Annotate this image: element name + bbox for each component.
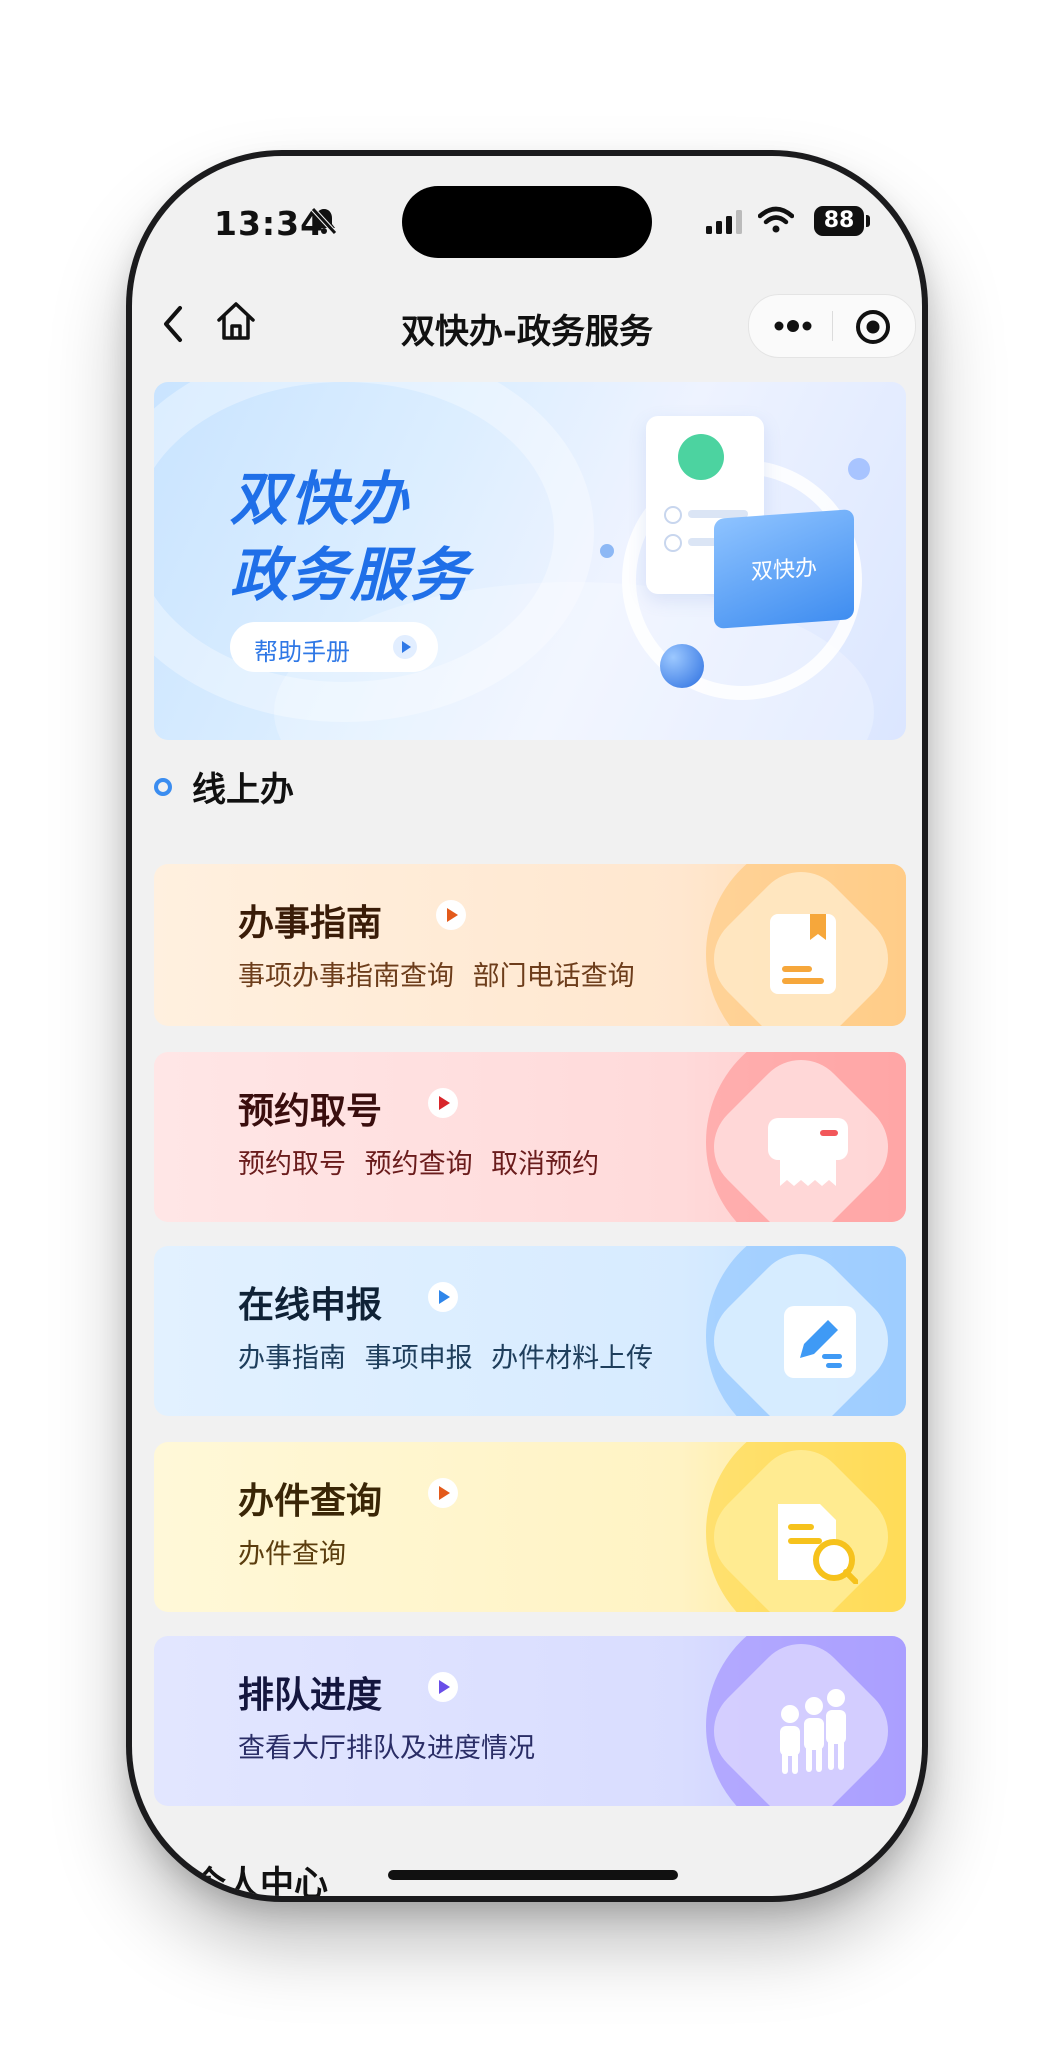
phone-frame: 13:34 88 双快办-政务服务 双快办 政务服务 帮助手册 双快办 线上办 … — [126, 150, 928, 1902]
play-icon — [436, 900, 466, 930]
service-card-appointment[interactable]: 预约取号 预约取号 预约查询 取消预约 — [154, 1052, 906, 1222]
decor-bullet — [664, 534, 682, 552]
queue-people-icon — [770, 1686, 862, 1780]
service-title: 预约取号 — [238, 1091, 383, 1132]
banner-title-line2: 政务服务 — [230, 541, 471, 609]
hero-banner[interactable]: 双快办 政务服务 帮助手册 双快办 — [154, 382, 906, 740]
capsule-divider — [832, 311, 833, 341]
service-card-case-query[interactable]: 办件查询 办件查询 — [154, 1442, 906, 1612]
document-search-icon — [774, 1500, 859, 1588]
service-subtitle: 办事指南 事项申报 办件材料上传 — [238, 1343, 654, 1374]
decor-ball — [660, 644, 704, 688]
section-title-personal: 个人中心 — [192, 1864, 328, 1896]
service-title: 排队进度 — [238, 1675, 383, 1716]
mute-bell-icon — [310, 206, 338, 240]
help-manual-button[interactable]: 帮助手册 — [230, 622, 438, 672]
edit-document-icon — [782, 1304, 858, 1384]
help-manual-label: 帮助手册 — [254, 638, 350, 666]
banner-title-line1: 双快办 — [230, 465, 411, 533]
decor-dot — [848, 458, 870, 480]
service-title: 在线申报 — [238, 1285, 383, 1326]
service-subtitle: 事项办事指南查询 部门电话查询 — [238, 961, 635, 992]
play-icon — [428, 1282, 458, 1312]
service-subtitle: 办件查询 — [238, 1539, 346, 1570]
screenshot-stage: 13:34 88 双快办-政务服务 双快办 政务服务 帮助手册 双快办 线上办 … — [0, 0, 1052, 2060]
play-icon — [428, 1672, 458, 1702]
decor-dot — [600, 544, 614, 558]
battery-indicator: 88 — [814, 206, 864, 236]
play-icon — [428, 1088, 458, 1118]
play-icon — [392, 634, 418, 664]
home-indicator[interactable] — [388, 1870, 678, 1880]
service-card-queue-progress[interactable]: 排队进度 查看大厅排队及进度情况 — [154, 1636, 906, 1806]
service-title: 办事指南 — [238, 903, 383, 944]
board-label: 双快办 — [750, 555, 817, 586]
battery-tip — [866, 215, 870, 227]
avatar-illustration — [678, 434, 724, 480]
wifi-icon — [757, 206, 795, 238]
more-dots-icon[interactable] — [773, 315, 813, 341]
dynamic-island — [402, 186, 652, 258]
status-time: 13:34 — [214, 204, 325, 243]
service-subtitle: 查看大厅排队及进度情况 — [238, 1733, 535, 1764]
service-subtitle: 预约取号 预约查询 取消预约 — [238, 1149, 600, 1180]
book-icon — [768, 912, 838, 1000]
section-bullet-icon — [154, 778, 172, 796]
service-card-guide[interactable]: 办事指南 事项办事指南查询 部门电话查询 — [154, 864, 906, 1026]
close-target-icon[interactable] — [855, 309, 891, 349]
decor-bullet — [664, 506, 682, 524]
navigation-bar: 双快办-政务服务 — [132, 284, 922, 368]
section-title-online: 线上办 — [192, 770, 294, 810]
service-title: 办件查询 — [238, 1481, 383, 1522]
play-icon — [428, 1478, 458, 1508]
ticket-printer-icon — [766, 1116, 850, 1196]
mini-program-capsule — [748, 294, 916, 358]
phone-screen: 13:34 88 双快办-政务服务 双快办 政务服务 帮助手册 双快办 线上办 … — [132, 156, 922, 1896]
service-card-online-apply[interactable]: 在线申报 办事指南 事项申报 办件材料上传 — [154, 1246, 906, 1416]
board-illustration: 双快办 — [714, 509, 854, 629]
cellular-signal-icon — [706, 210, 746, 240]
